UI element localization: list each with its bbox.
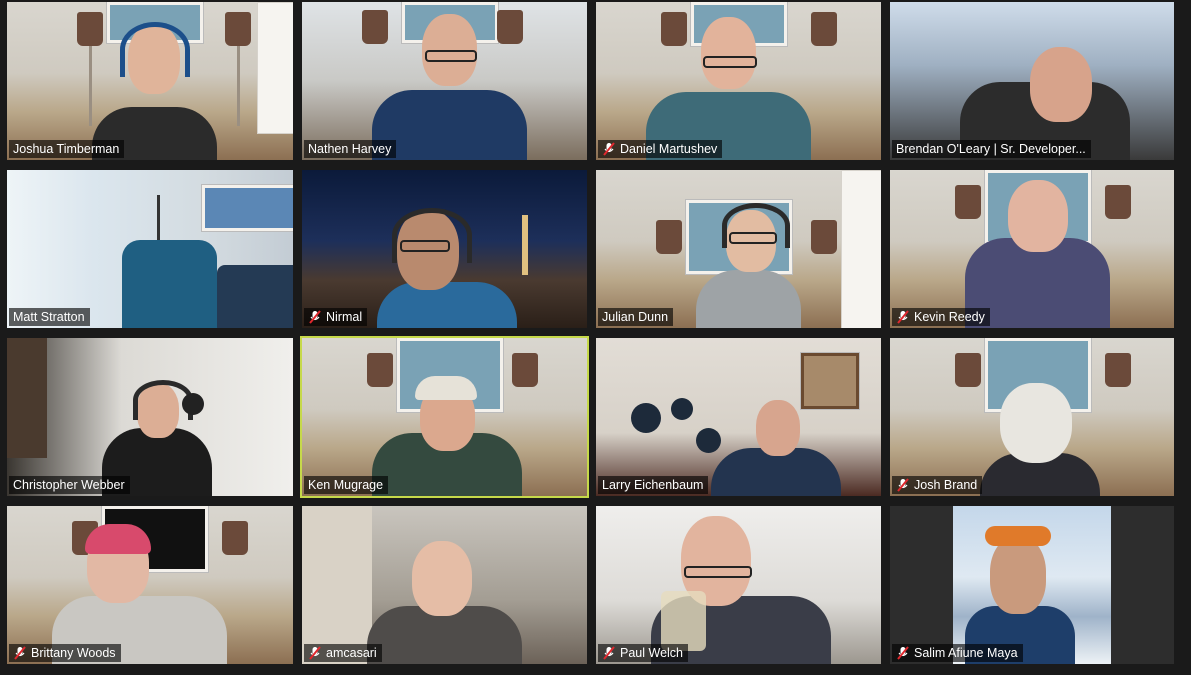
video-tile[interactable]: Kevin Reedy xyxy=(888,168,1176,330)
video-tile[interactable]: Matt Stratton xyxy=(5,168,295,330)
participant-name-tag: Julian Dunn xyxy=(598,308,674,326)
video-tile[interactable]: Daniel Martushev xyxy=(594,0,883,162)
video-tile[interactable]: Salim Afiune Maya xyxy=(888,504,1176,666)
participant-name: Brendan O'Leary | Sr. Developer... xyxy=(896,142,1086,156)
participant-name: Matt Stratton xyxy=(13,310,85,324)
video-tile[interactable]: Josh Brand xyxy=(888,336,1176,498)
participant-name: Julian Dunn xyxy=(602,310,669,324)
microphone-muted-icon xyxy=(897,646,909,660)
video-tile[interactable]: Larry Eichenbaum xyxy=(594,336,883,498)
participant-name-tag: Paul Welch xyxy=(598,644,688,662)
participant-name: amcasari xyxy=(326,646,377,660)
participant-name-tag: amcasari xyxy=(304,644,382,662)
participant-name-tag: Kevin Reedy xyxy=(892,308,990,326)
microphone-muted-icon xyxy=(309,646,321,660)
video-tile[interactable]: Nirmal xyxy=(300,168,589,330)
microphone-muted-icon xyxy=(309,310,321,324)
participant-name: Christopher Webber xyxy=(13,478,125,492)
video-tile[interactable]: Nathen Harvey xyxy=(300,0,589,162)
microphone-muted-icon xyxy=(603,646,615,660)
video-tile[interactable]: Paul Welch xyxy=(594,504,883,666)
participant-name: Josh Brand xyxy=(914,478,978,492)
participant-name: Paul Welch xyxy=(620,646,683,660)
participant-name-tag: Matt Stratton xyxy=(9,308,90,326)
participant-name-tag: Nirmal xyxy=(304,308,368,326)
participant-name-tag: Christopher Webber xyxy=(9,476,130,494)
microphone-muted-icon xyxy=(897,310,909,324)
microphone-muted-icon xyxy=(603,142,615,156)
participant-name: Joshua Timberman xyxy=(13,142,120,156)
participant-name: Kevin Reedy xyxy=(914,310,985,324)
video-grid: Joshua Timberman Nathen Harvey Daniel Ma… xyxy=(5,0,1180,670)
participant-name-tag: Brendan O'Leary | Sr. Developer... xyxy=(892,140,1091,158)
participant-name-tag: Brittany Woods xyxy=(9,644,121,662)
microphone-muted-icon xyxy=(897,478,909,492)
video-tile[interactable]: Joshua Timberman xyxy=(5,0,295,162)
participant-name-tag: Daniel Martushev xyxy=(598,140,723,158)
participant-name: Brittany Woods xyxy=(31,646,116,660)
participant-name: Ken Mugrage xyxy=(308,478,384,492)
participant-name-tag: Nathen Harvey xyxy=(304,140,397,158)
participant-name: Nathen Harvey xyxy=(308,142,392,156)
video-tile[interactable]: Julian Dunn xyxy=(594,168,883,330)
video-tile[interactable]: Brendan O'Leary | Sr. Developer... xyxy=(888,0,1176,162)
participant-name: Daniel Martushev xyxy=(620,142,718,156)
participant-name-tag: Ken Mugrage xyxy=(304,476,389,494)
participant-name-tag: Joshua Timberman xyxy=(9,140,125,158)
microphone-muted-icon xyxy=(14,646,26,660)
video-tile[interactable]: Christopher Webber xyxy=(5,336,295,498)
participant-name: Nirmal xyxy=(326,310,363,324)
video-tile[interactable]: Brittany Woods xyxy=(5,504,295,666)
video-tile[interactable]: amcasari xyxy=(300,504,589,666)
video-tile-active-speaker[interactable]: Ken Mugrage xyxy=(300,336,589,498)
participant-name: Larry Eichenbaum xyxy=(602,478,704,492)
participant-name-tag: Josh Brand xyxy=(892,476,983,494)
participant-name: Salim Afiune Maya xyxy=(914,646,1018,660)
participant-name-tag: Larry Eichenbaum xyxy=(598,476,709,494)
participant-name-tag: Salim Afiune Maya xyxy=(892,644,1023,662)
